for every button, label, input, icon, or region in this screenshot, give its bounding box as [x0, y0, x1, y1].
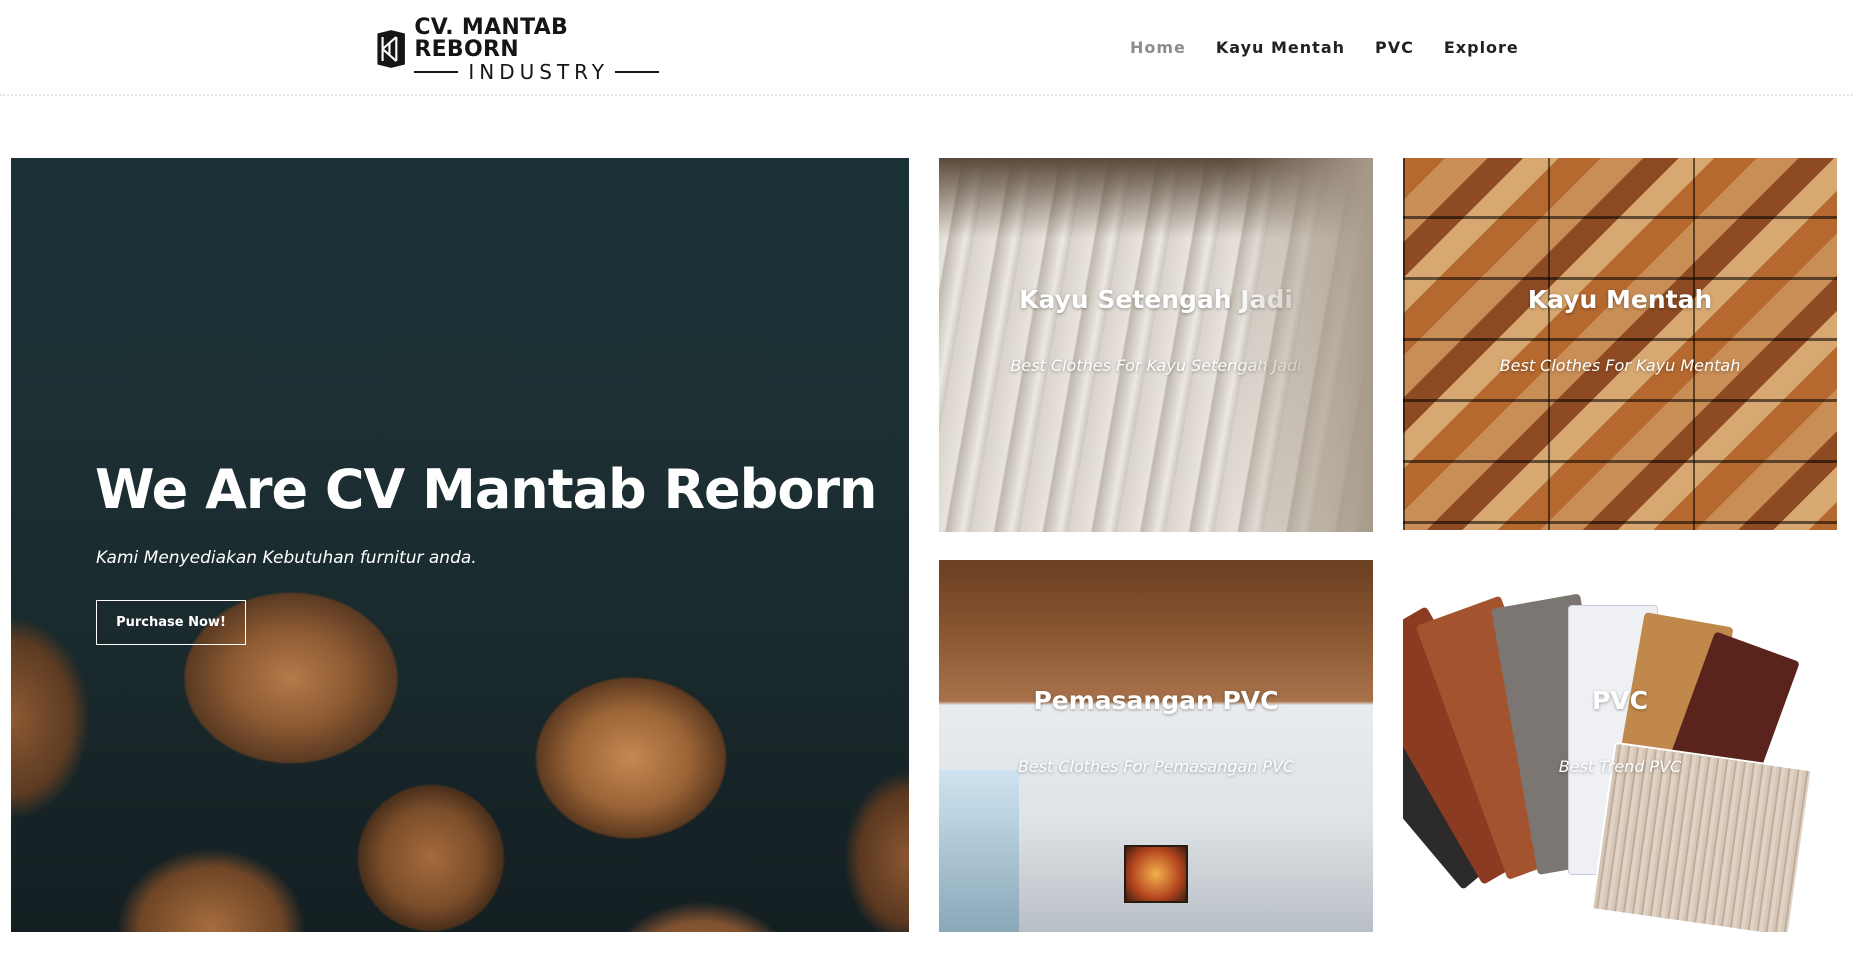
tile-kayu-setengah-jadi[interactable]: Kayu Setengah Jadi Best Clothes For Kayu… — [939, 158, 1373, 532]
logo-mark-icon — [377, 30, 405, 68]
window-graphic — [939, 770, 1019, 932]
logo-title: CV. MANTAB REBORN — [414, 14, 569, 62]
purchase-now-button[interactable]: Purchase Now! — [96, 600, 246, 645]
nav-pvc[interactable]: PVC — [1375, 38, 1414, 57]
logo-rule-left — [414, 70, 459, 73]
tile-subtitle: Best Clothes For Kayu Mentah — [1499, 356, 1741, 375]
hero-subtitle: Kami Menyediakan Kebutuhan furnitur anda… — [96, 548, 477, 568]
hero-title: We Are CV Mantab Reborn — [95, 458, 877, 521]
tile-pemasangan-pvc[interactable]: Pemasangan PVC Best Clothes For Pemasang… — [939, 560, 1373, 932]
nav-explore[interactable]: Explore — [1444, 38, 1519, 57]
hero-banner: We Are CV Mantab Reborn Kami Menyediakan… — [11, 158, 909, 932]
tile-title: Pemasangan PVC — [1033, 686, 1279, 715]
nav-home[interactable]: Home — [1130, 38, 1186, 57]
logo-subtitle: INDUSTRY — [468, 59, 609, 84]
tile-subtitle: Best Clothes For Kayu Setengah Jadi — [1010, 356, 1302, 375]
page-bottom-spacer — [0, 932, 1853, 971]
tile-pvc[interactable]: PVC Best Trend PVC — [1403, 560, 1837, 932]
main-nav: Home Kayu Mentah PVC Explore — [1130, 38, 1519, 57]
tile-subtitle: Best Clothes For Pemasangan PVC — [1017, 757, 1295, 776]
tile-title: Kayu Setengah Jadi — [1019, 285, 1293, 314]
site-header: CV. MANTAB REBORN INDUSTRY Home Kayu Men… — [0, 0, 1853, 96]
tile-title: Kayu Mentah — [1527, 285, 1713, 314]
tile-title: PVC — [1591, 686, 1649, 715]
nav-kayu-mentah[interactable]: Kayu Mentah — [1216, 38, 1345, 57]
painting-graphic — [1124, 845, 1188, 903]
site-logo[interactable]: CV. MANTAB REBORN INDUSTRY — [374, 16, 659, 82]
logo-rule-right — [615, 70, 659, 73]
tile-subtitle: Best Trend PVC — [1558, 757, 1682, 776]
tile-kayu-mentah[interactable]: Kayu Mentah Best Clothes For Kayu Mentah — [1403, 158, 1837, 530]
